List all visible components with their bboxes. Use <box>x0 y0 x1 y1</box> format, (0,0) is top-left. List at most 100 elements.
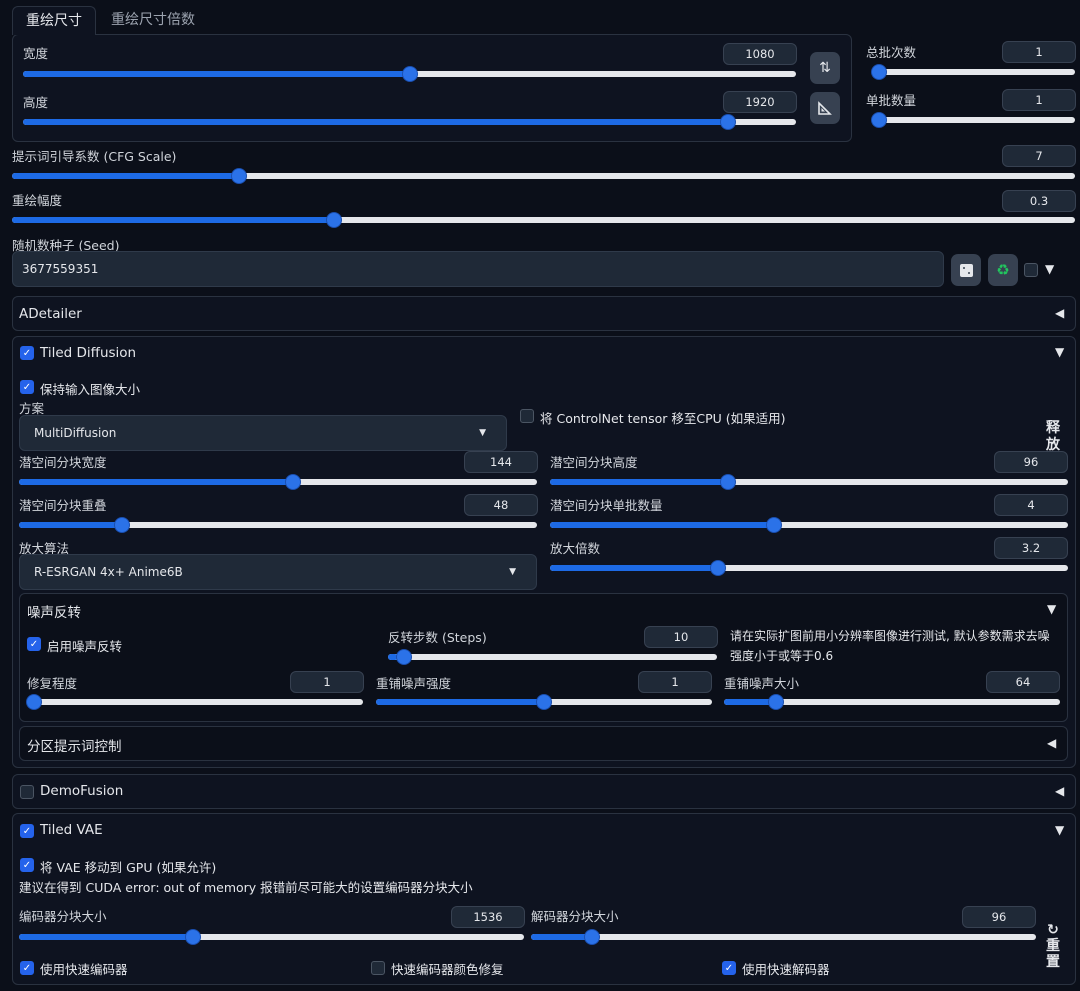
denoise-slider[interactable] <box>12 213 1075 227</box>
move-vae-gpu-checkbox[interactable]: ✓ <box>20 858 34 872</box>
renoise-strength-slider[interactable] <box>376 695 712 709</box>
width-label: 宽度 <box>23 46 49 61</box>
aspect-ratio-button[interactable] <box>810 92 840 124</box>
tile-batch-input[interactable]: 4 <box>994 494 1068 516</box>
retouch-slider[interactable] <box>27 695 363 709</box>
demofusion-title: DemoFusion <box>40 783 124 799</box>
retouch-input[interactable]: 1 <box>290 671 364 693</box>
batch-size-slider[interactable] <box>872 113 1075 127</box>
slider-handle[interactable] <box>185 930 200 944</box>
renoise-size-label: 重铺噪声大小 <box>724 676 800 691</box>
inversion-steps-slider[interactable] <box>388 650 717 664</box>
slider-fill <box>550 479 727 485</box>
slider-handle[interactable] <box>872 65 886 79</box>
reuse-seed-button[interactable]: ♻ <box>988 254 1018 286</box>
tile-overlap-slider[interactable] <box>19 518 537 532</box>
slider-handle[interactable] <box>537 695 551 709</box>
batch-count-slider[interactable] <box>872 65 1075 79</box>
upscaler-value: R-ESRGAN 4x+ Anime6B <box>34 565 183 579</box>
scheme-select[interactable]: MultiDiffusion ▼ <box>19 415 507 451</box>
tab-resize[interactable]: 重绘尺寸 <box>12 6 96 35</box>
slider-fill <box>12 217 331 223</box>
slider-handle[interactable] <box>872 113 886 127</box>
upscaler-select[interactable]: R-ESRGAN 4x+ Anime6B ▼ <box>19 554 537 590</box>
controlnet-cpu-label: 将 ControlNet tensor 移至CPU (如果适用) <box>540 411 786 426</box>
region-prompt-accordion[interactable] <box>19 726 1068 761</box>
slider-handle[interactable] <box>326 213 341 227</box>
reset-button[interactable]: ↻ 重 置 <box>1043 922 1063 970</box>
fast-encoder-checkbox[interactable]: ✓ <box>20 961 34 975</box>
controlnet-cpu-checkbox[interactable] <box>520 409 534 423</box>
side-text-1: 释 <box>1046 420 1060 436</box>
tiled-vae-caret[interactable]: ▼ <box>1055 823 1064 837</box>
adetailer-caret[interactable]: ◀ <box>1055 306 1064 320</box>
fast-encoder-color-checkbox[interactable] <box>371 961 385 975</box>
scale-input[interactable]: 3.2 <box>994 537 1068 559</box>
inversion-steps-input[interactable]: 10 <box>644 626 718 648</box>
height-slider[interactable] <box>23 115 796 129</box>
renoise-strength-input[interactable]: 1 <box>638 671 712 693</box>
batch-size-input[interactable]: 1 <box>1002 89 1076 111</box>
encoder-tile-slider[interactable] <box>19 930 524 944</box>
slider-handle[interactable] <box>27 695 41 709</box>
scale-slider[interactable] <box>550 561 1068 575</box>
slider-handle[interactable] <box>585 930 599 944</box>
demofusion-caret[interactable]: ◀ <box>1055 784 1064 798</box>
tile-height-input[interactable]: 96 <box>994 451 1068 473</box>
decoder-tile-slider[interactable] <box>531 930 1036 944</box>
cfg-label: 提示词引导系数 (CFG Scale) <box>12 149 177 164</box>
region-prompt-caret[interactable]: ◀ <box>1047 736 1056 750</box>
noise-inversion-title: 噪声反转 <box>27 605 81 621</box>
move-vae-gpu-label: 将 VAE 移动到 GPU (如果允许) <box>40 860 217 875</box>
tile-width-slider[interactable] <box>19 475 537 489</box>
tile-overlap-input[interactable]: 48 <box>464 494 538 516</box>
width-input[interactable]: 1080 <box>723 43 797 65</box>
enable-noise-inversion-checkbox[interactable]: ✓ <box>27 637 41 651</box>
tiled-diffusion-caret[interactable]: ▼ <box>1055 345 1064 359</box>
cfg-input[interactable]: 7 <box>1002 145 1076 167</box>
recycle-icon: ♻ <box>996 261 1010 279</box>
inversion-steps-label: 反转步数 (Steps) <box>388 630 487 645</box>
tile-height-slider[interactable] <box>550 475 1068 489</box>
slider-handle[interactable] <box>402 67 417 81</box>
seed-extra-checkbox[interactable] <box>1024 263 1038 277</box>
slider-fill <box>19 479 294 485</box>
tile-width-input[interactable]: 144 <box>464 451 538 473</box>
tiled-vae-checkbox[interactable]: ✓ <box>20 824 34 838</box>
enable-noise-inversion-label: 启用噪声反转 <box>47 639 123 654</box>
slider-handle[interactable] <box>114 518 129 532</box>
swap-dimensions-button[interactable]: ⇅ <box>810 52 840 84</box>
slider-fill <box>19 934 191 940</box>
batch-size-label: 单批数量 <box>866 93 917 108</box>
noise-inversion-caret[interactable]: ▼ <box>1047 602 1056 616</box>
batch-count-input[interactable]: 1 <box>1002 41 1076 63</box>
tab-bar: 重绘尺寸 重绘尺寸倍数 <box>12 6 852 35</box>
slider-fill <box>376 699 544 705</box>
fast-decoder-checkbox[interactable]: ✓ <box>722 961 736 975</box>
encoder-tile-input[interactable]: 1536 <box>451 906 525 928</box>
tiled-diffusion-checkbox[interactable]: ✓ <box>20 346 34 360</box>
seed-input[interactable]: 3677559351 <box>12 251 944 287</box>
tab-resize-scale[interactable]: 重绘尺寸倍数 <box>111 6 195 34</box>
cfg-slider[interactable] <box>12 169 1075 183</box>
denoise-label: 重绘幅度 <box>12 193 63 208</box>
denoise-input[interactable]: 0.3 <box>1002 190 1076 212</box>
slider-handle[interactable] <box>286 475 301 489</box>
keep-size-checkbox[interactable]: ✓ <box>20 380 34 394</box>
chevron-down-icon: ▼ <box>479 428 486 438</box>
slider-fill <box>19 522 118 528</box>
height-input[interactable]: 1920 <box>723 91 797 113</box>
slider-handle[interactable] <box>769 695 784 709</box>
width-slider[interactable] <box>23 67 796 81</box>
demofusion-checkbox[interactable] <box>20 785 34 799</box>
seed-extra-caret[interactable]: ▼ <box>1045 262 1054 276</box>
decoder-tile-input[interactable]: 96 <box>962 906 1036 928</box>
renoise-size-slider[interactable] <box>724 695 1060 709</box>
random-seed-button[interactable] <box>951 254 981 286</box>
slider-handle[interactable] <box>766 518 781 532</box>
slider-handle[interactable] <box>232 169 247 183</box>
demofusion-accordion[interactable] <box>12 774 1076 809</box>
adetailer-accordion[interactable] <box>12 296 1076 331</box>
renoise-size-input[interactable]: 64 <box>986 671 1060 693</box>
tile-batch-slider[interactable] <box>550 518 1068 532</box>
